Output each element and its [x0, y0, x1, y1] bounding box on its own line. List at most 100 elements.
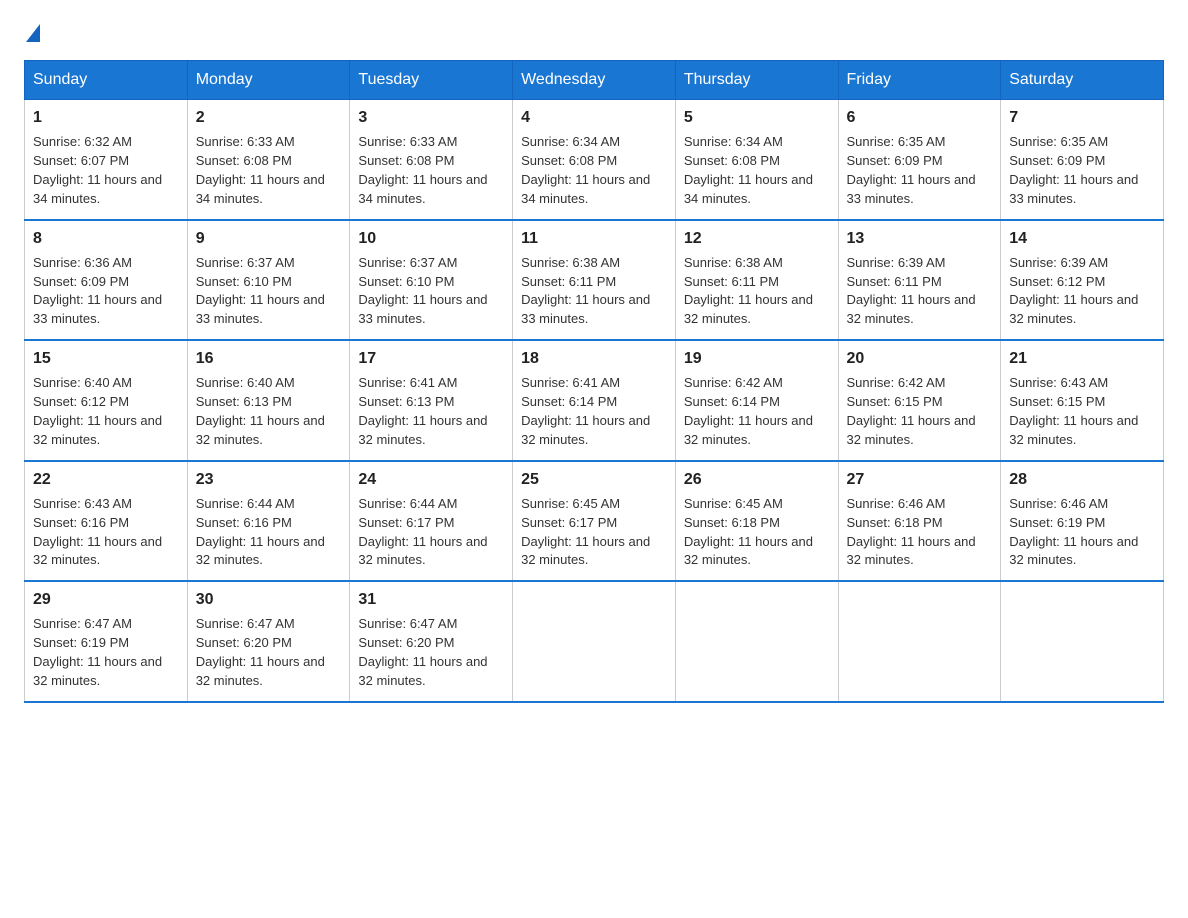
day-info: Sunrise: 6:35 AMSunset: 6:09 PMDaylight:…	[1009, 133, 1155, 208]
calendar-day-cell: 8 Sunrise: 6:36 AMSunset: 6:09 PMDaylight…	[25, 220, 188, 341]
day-number: 18	[521, 347, 667, 370]
day-number: 22	[33, 468, 179, 491]
calendar-header: SundayMondayTuesdayWednesdayThursdayFrid…	[25, 61, 1164, 100]
calendar-day-cell	[1001, 581, 1164, 702]
day-info: Sunrise: 6:46 AMSunset: 6:18 PMDaylight:…	[847, 495, 993, 570]
header-cell-saturday: Saturday	[1001, 61, 1164, 100]
calendar-week-row: 1Sunrise: 6:32 AMSunset: 6:07 PMDaylight…	[25, 100, 1164, 220]
day-number: 11	[521, 227, 667, 250]
day-info: Sunrise: 6:46 AMSunset: 6:19 PMDaylight:…	[1009, 495, 1155, 570]
calendar-day-cell: 4Sunrise: 6:34 AMSunset: 6:08 PMDaylight…	[513, 100, 676, 220]
day-info: Sunrise: 6:37 AMSunset: 6:10 PMDaylight:…	[196, 254, 342, 329]
day-number: 31	[358, 588, 504, 611]
day-number: 8	[33, 227, 179, 250]
day-info: Sunrise: 6:34 AMSunset: 6:08 PMDaylight:…	[684, 133, 830, 208]
day-number: 1	[33, 106, 179, 129]
calendar-week-row: 29 Sunrise: 6:47 AMSunset: 6:19 PMDayligh…	[25, 581, 1164, 702]
day-number: 5	[684, 106, 830, 129]
calendar-day-cell: 30Sunrise: 6:47 AMSunset: 6:20 PMDayligh…	[187, 581, 350, 702]
day-number: 10	[358, 227, 504, 250]
day-number: 21	[1009, 347, 1155, 370]
header-cell-thursday: Thursday	[675, 61, 838, 100]
day-info: Sunrise: 6:40 AMSunset: 6:12 PMDaylight:…	[33, 374, 179, 449]
day-info: Sunrise: 6:43 AMSunset: 6:16 PMDaylight:…	[33, 495, 179, 570]
day-info: Sunrise: 6:36 AMSunset: 6:09 PMDaylight:…	[33, 254, 179, 329]
day-number: 27	[847, 468, 993, 491]
day-number: 15	[33, 347, 179, 370]
day-info: Sunrise: 6:33 AMSunset: 6:08 PMDaylight:…	[196, 133, 342, 208]
header-cell-wednesday: Wednesday	[513, 61, 676, 100]
day-number: 29	[33, 588, 179, 611]
day-number: 7	[1009, 106, 1155, 129]
calendar-day-cell: 10 Sunrise: 6:37 AMSunset: 6:10 PMDayligh…	[350, 220, 513, 341]
calendar-day-cell: 14 Sunrise: 6:39 AMSunset: 6:12 PMDayligh…	[1001, 220, 1164, 341]
calendar-day-cell: 3 Sunrise: 6:33 AMSunset: 6:08 PMDaylight…	[350, 100, 513, 220]
calendar-day-cell: 6Sunrise: 6:35 AMSunset: 6:09 PMDaylight…	[838, 100, 1001, 220]
day-number: 12	[684, 227, 830, 250]
day-info: Sunrise: 6:42 AMSunset: 6:14 PMDaylight:…	[684, 374, 830, 449]
day-info: Sunrise: 6:38 AMSunset: 6:11 PMDaylight:…	[521, 254, 667, 329]
day-info: Sunrise: 6:38 AMSunset: 6:11 PMDaylight:…	[684, 254, 830, 329]
header-cell-monday: Monday	[187, 61, 350, 100]
calendar-day-cell	[513, 581, 676, 702]
day-number: 3	[358, 106, 504, 129]
day-number: 28	[1009, 468, 1155, 491]
day-number: 6	[847, 106, 993, 129]
calendar-day-cell: 7 Sunrise: 6:35 AMSunset: 6:09 PMDaylight…	[1001, 100, 1164, 220]
day-info: Sunrise: 6:43 AMSunset: 6:15 PMDaylight:…	[1009, 374, 1155, 449]
day-info: Sunrise: 6:37 AMSunset: 6:10 PMDaylight:…	[358, 254, 504, 329]
calendar-day-cell: 13 Sunrise: 6:39 AMSunset: 6:11 PMDayligh…	[838, 220, 1001, 341]
calendar-day-cell: 22 Sunrise: 6:43 AMSunset: 6:16 PMDayligh…	[25, 461, 188, 582]
calendar-week-row: 15 Sunrise: 6:40 AMSunset: 6:12 PMDayligh…	[25, 340, 1164, 461]
calendar-day-cell: 27 Sunrise: 6:46 AMSunset: 6:18 PMDayligh…	[838, 461, 1001, 582]
day-number: 13	[847, 227, 993, 250]
calendar-day-cell	[675, 581, 838, 702]
calendar-day-cell	[838, 581, 1001, 702]
day-info: Sunrise: 6:47 AMSunset: 6:19 PMDaylight:…	[33, 615, 179, 690]
day-info: Sunrise: 6:39 AMSunset: 6:12 PMDaylight:…	[1009, 254, 1155, 329]
day-info: Sunrise: 6:41 AMSunset: 6:14 PMDaylight:…	[521, 374, 667, 449]
day-number: 2	[196, 106, 342, 129]
calendar-day-cell: 16 Sunrise: 6:40 AMSunset: 6:13 PMDayligh…	[187, 340, 350, 461]
day-number: 17	[358, 347, 504, 370]
page-header	[24, 24, 1164, 40]
calendar-day-cell: 2 Sunrise: 6:33 AMSunset: 6:08 PMDaylight…	[187, 100, 350, 220]
day-info: Sunrise: 6:45 AMSunset: 6:18 PMDaylight:…	[684, 495, 830, 570]
day-info: Sunrise: 6:44 AMSunset: 6:17 PMDaylight:…	[358, 495, 504, 570]
header-cell-tuesday: Tuesday	[350, 61, 513, 100]
day-info: Sunrise: 6:45 AMSunset: 6:17 PMDaylight:…	[521, 495, 667, 570]
calendar-table: SundayMondayTuesdayWednesdayThursdayFrid…	[24, 60, 1164, 703]
calendar-day-cell: 31 Sunrise: 6:47 AMSunset: 6:20 PMDayligh…	[350, 581, 513, 702]
day-number: 14	[1009, 227, 1155, 250]
day-number: 16	[196, 347, 342, 370]
calendar-week-row: 8 Sunrise: 6:36 AMSunset: 6:09 PMDaylight…	[25, 220, 1164, 341]
calendar-body: 1Sunrise: 6:32 AMSunset: 6:07 PMDaylight…	[25, 100, 1164, 702]
calendar-day-cell: 17Sunrise: 6:41 AMSunset: 6:13 PMDayligh…	[350, 340, 513, 461]
calendar-day-cell: 18 Sunrise: 6:41 AMSunset: 6:14 PMDayligh…	[513, 340, 676, 461]
day-info: Sunrise: 6:40 AMSunset: 6:13 PMDaylight:…	[196, 374, 342, 449]
calendar-day-cell: 29 Sunrise: 6:47 AMSunset: 6:19 PMDayligh…	[25, 581, 188, 702]
day-number: 23	[196, 468, 342, 491]
day-info: Sunrise: 6:44 AMSunset: 6:16 PMDaylight:…	[196, 495, 342, 570]
calendar-day-cell: 1Sunrise: 6:32 AMSunset: 6:07 PMDaylight…	[25, 100, 188, 220]
calendar-day-cell: 24 Sunrise: 6:44 AMSunset: 6:17 PMDayligh…	[350, 461, 513, 582]
day-number: 26	[684, 468, 830, 491]
day-number: 4	[521, 106, 667, 129]
day-number: 24	[358, 468, 504, 491]
calendar-day-cell: 28 Sunrise: 6:46 AMSunset: 6:19 PMDayligh…	[1001, 461, 1164, 582]
day-number: 25	[521, 468, 667, 491]
logo-arrow-icon	[26, 24, 40, 42]
day-info: Sunrise: 6:42 AMSunset: 6:15 PMDaylight:…	[847, 374, 993, 449]
calendar-day-cell: 21 Sunrise: 6:43 AMSunset: 6:15 PMDayligh…	[1001, 340, 1164, 461]
day-number: 30	[196, 588, 342, 611]
day-number: 9	[196, 227, 342, 250]
day-number: 20	[847, 347, 993, 370]
calendar-day-cell: 19Sunrise: 6:42 AMSunset: 6:14 PMDayligh…	[675, 340, 838, 461]
calendar-day-cell: 9 Sunrise: 6:37 AMSunset: 6:10 PMDaylight…	[187, 220, 350, 341]
calendar-day-cell: 15 Sunrise: 6:40 AMSunset: 6:12 PMDayligh…	[25, 340, 188, 461]
day-info: Sunrise: 6:33 AMSunset: 6:08 PMDaylight:…	[358, 133, 504, 208]
logo	[24, 24, 40, 40]
logo-blue-section	[24, 24, 40, 40]
day-info: Sunrise: 6:39 AMSunset: 6:11 PMDaylight:…	[847, 254, 993, 329]
day-info: Sunrise: 6:47 AMSunset: 6:20 PMDaylight:…	[358, 615, 504, 690]
